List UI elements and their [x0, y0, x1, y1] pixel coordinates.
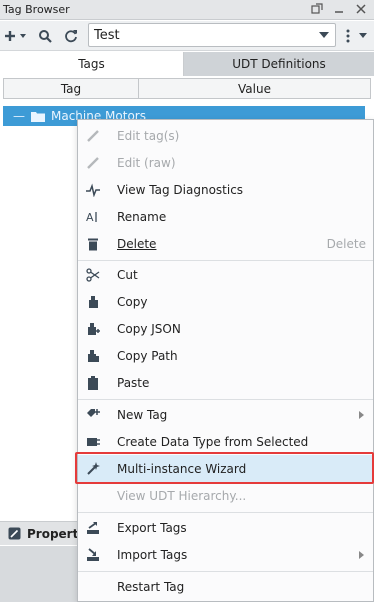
menu-item-copy-path[interactable]: Copy Path	[78, 342, 373, 369]
wizard-icon	[85, 461, 101, 477]
menu-item-multi-instance-wizard[interactable]: Multi-instance Wizard	[78, 455, 373, 482]
tab-tags[interactable]: Tags	[0, 52, 184, 76]
chevron-down-icon	[319, 32, 329, 38]
menu-item-rename[interactable]: A Rename	[78, 203, 373, 230]
rename-icon: A	[85, 209, 101, 225]
context-menu: Edit tag(s) Edit (raw) View Tag Diagnost…	[77, 119, 374, 602]
more-options-icon[interactable]	[340, 26, 356, 46]
menu-label: Edit tag(s)	[117, 128, 180, 143]
menu-label: Paste	[117, 375, 150, 390]
menu-item-copy-json[interactable]: Copy JSON	[78, 315, 373, 342]
menu-label: View UDT Hierarchy...	[117, 488, 247, 503]
data-type-icon	[85, 434, 101, 450]
menu-label: New Tag	[117, 407, 168, 422]
menu-separator	[78, 512, 373, 513]
column-header-value[interactable]: Value	[138, 79, 370, 98]
float-window-icon[interactable]	[310, 2, 324, 16]
panel-title: Tag Browser	[3, 3, 70, 16]
menu-item-edit-tags[interactable]: Edit tag(s)	[78, 122, 373, 149]
copy-json-icon	[85, 321, 101, 337]
export-icon	[85, 520, 101, 536]
menu-label: Multi-instance Wizard	[117, 461, 247, 476]
menu-item-copy[interactable]: Copy	[78, 288, 373, 315]
svg-text:A: A	[86, 211, 94, 224]
menu-label: Create Data Type from Selected	[117, 434, 309, 449]
menu-item-cut[interactable]: Cut	[78, 261, 373, 288]
menu-label: Cut	[117, 267, 138, 282]
pencil-icon	[85, 128, 101, 144]
menu-shortcut: Delete	[326, 236, 366, 251]
folder-icon	[31, 111, 45, 122]
menu-label: Copy Path	[117, 348, 178, 363]
submenu-arrow-icon	[359, 551, 364, 559]
tree-connector: —	[13, 109, 25, 123]
tab-udt-definitions[interactable]: UDT Definitions	[184, 52, 374, 76]
menu-separator	[78, 399, 373, 400]
menu-item-export-tags[interactable]: Export Tags	[78, 514, 373, 541]
more-options-caret-icon[interactable]	[356, 26, 370, 46]
menu-separator	[78, 571, 373, 572]
menu-item-restart-tag[interactable]: Restart Tag	[78, 573, 373, 600]
copy-path-icon	[85, 348, 101, 364]
submenu-arrow-icon	[359, 411, 364, 419]
tag-provider-select[interactable]: Test	[88, 23, 336, 47]
menu-label: Export Tags	[117, 520, 187, 535]
menu-item-view-tag-diagnostics[interactable]: View Tag Diagnostics	[78, 176, 373, 203]
clipboard-icon	[85, 375, 101, 391]
scissors-icon	[85, 267, 101, 283]
edit-icon	[8, 527, 21, 540]
table-header: Tag Value	[3, 78, 371, 99]
trash-icon	[85, 236, 101, 252]
menu-label: Restart Tag	[117, 579, 185, 594]
pulse-icon	[85, 182, 101, 198]
title-bar-icons	[310, 2, 368, 16]
menu-item-paste[interactable]: Paste	[78, 369, 373, 396]
menu-item-delete[interactable]: Delete Delete	[78, 230, 373, 257]
import-icon	[85, 547, 101, 563]
panel-title-bar: Tag Browser	[0, 0, 374, 20]
minimize-icon[interactable]	[332, 2, 346, 16]
menu-item-import-tags[interactable]: Import Tags	[78, 541, 373, 568]
tag-provider-value: Test	[94, 27, 120, 43]
menu-label: Import Tags	[117, 547, 188, 562]
menu-label: Delete	[117, 236, 157, 251]
menu-label: Copy JSON	[117, 321, 181, 336]
browser-tabs: Tags UDT Definitions	[0, 52, 374, 76]
refresh-icon[interactable]	[62, 26, 80, 46]
menu-item-create-data-type[interactable]: Create Data Type from Selected	[78, 428, 373, 455]
copy-icon	[85, 294, 101, 310]
menu-item-view-udt-hierarchy[interactable]: View UDT Hierarchy...	[78, 482, 373, 509]
search-icon[interactable]	[36, 26, 54, 46]
menu-label: Rename	[117, 209, 167, 224]
menu-label: View Tag Diagnostics	[117, 182, 244, 197]
new-tag-icon	[85, 407, 101, 423]
menu-item-edit-raw[interactable]: Edit (raw)	[78, 149, 373, 176]
menu-label: Copy	[117, 294, 148, 309]
add-tag-button[interactable]	[4, 26, 30, 46]
close-icon[interactable]	[354, 2, 368, 16]
menu-label: Edit (raw)	[117, 155, 176, 170]
column-header-tag[interactable]: Tag	[4, 79, 138, 98]
menu-item-new-tag[interactable]: New Tag	[78, 401, 373, 428]
pencil-icon	[85, 155, 101, 171]
